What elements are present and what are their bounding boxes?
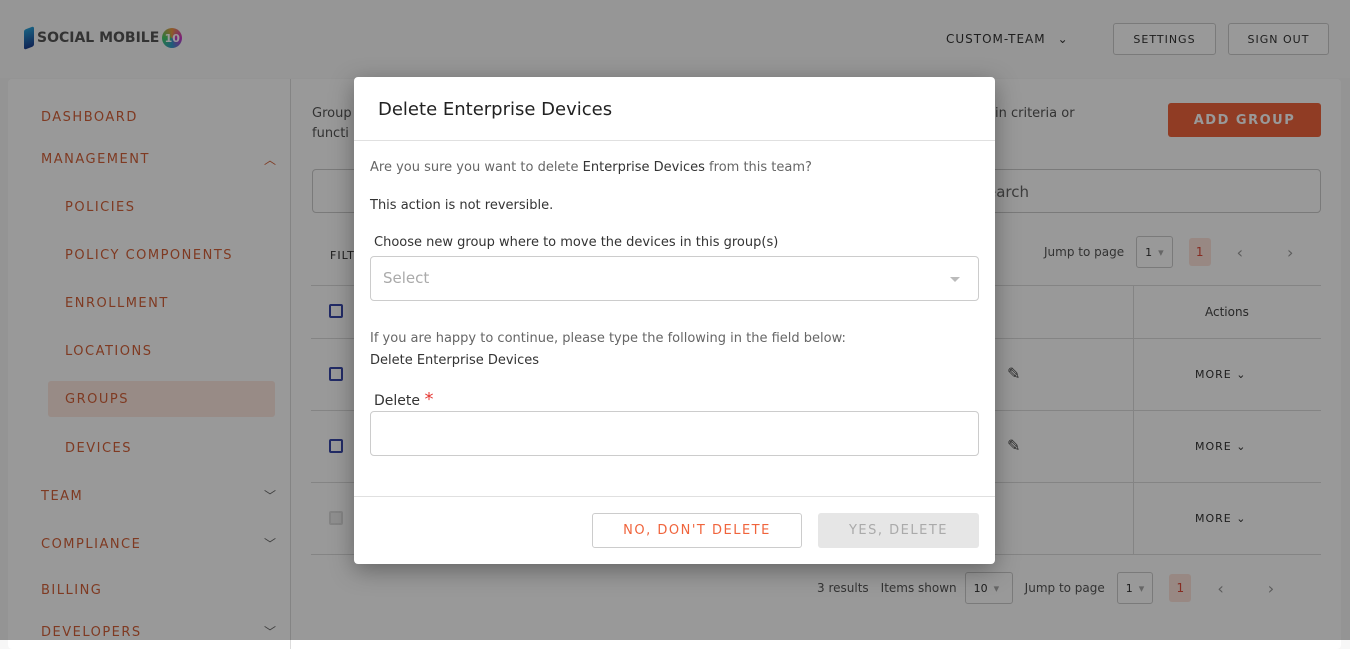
confirm-delete-button[interactable]: YES, DELETE — [818, 513, 979, 548]
move-group-label: Choose new group where to move the devic… — [374, 235, 779, 250]
confirm-phrase: Delete Enterprise Devices — [370, 353, 540, 368]
delete-group-dialog: Delete Enterprise Devices Are you sure y… — [354, 77, 995, 564]
delete-field-label: Delete * — [374, 389, 434, 410]
dialog-title: Delete Enterprise Devices — [378, 99, 613, 120]
confirm-question: Are you sure you want to delete Enterpri… — [370, 160, 812, 175]
warning-text: This action is not reversible. — [370, 198, 554, 213]
new-group-select[interactable]: Select — [370, 256, 979, 301]
divider — [354, 496, 995, 497]
delete-confirm-input[interactable] — [370, 411, 979, 456]
required-indicator: * — [424, 389, 434, 410]
caret-down-icon — [950, 277, 960, 282]
divider — [354, 140, 995, 141]
cancel-button[interactable]: NO, DON'T DELETE — [592, 513, 802, 548]
confirm-instructions: If you are happy to continue, please typ… — [370, 331, 846, 346]
